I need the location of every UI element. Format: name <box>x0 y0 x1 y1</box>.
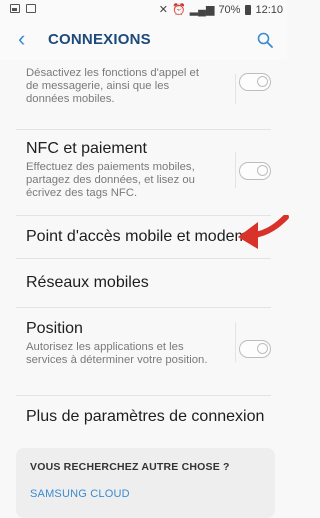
list-item-more-settings[interactable]: Plus de paramètres de connexion <box>0 396 287 440</box>
item-title: Position <box>26 320 83 337</box>
item-title: NFC et paiement <box>26 140 147 157</box>
item-title: Plus de paramètres de connexion <box>26 408 265 425</box>
status-right: ✕ ⏰ ▂▄▆ 70% 12:10 <box>158 3 283 17</box>
screenshot-icon <box>26 4 36 13</box>
position-toggle[interactable] <box>239 340 271 358</box>
signal-icon: ▂▄▆ <box>189 4 215 16</box>
divider <box>235 74 236 104</box>
arrow-left-icon <box>238 215 289 249</box>
airplane-mode-toggle[interactable] <box>239 73 271 91</box>
item-title: Réseaux mobiles <box>26 274 149 291</box>
search-icon[interactable] <box>257 32 273 48</box>
status-left <box>10 4 36 13</box>
list-item-position[interactable]: Position Autorisez les applications et l… <box>0 308 287 395</box>
item-title: Point d'accès mobile et modem <box>26 228 248 245</box>
clock: 12:10 <box>255 3 283 16</box>
item-description: Désactivez les fonctions d'appel et de m… <box>26 67 199 105</box>
chevron-left-icon[interactable]: ‹ <box>18 28 38 50</box>
battery-percent: 70% <box>218 3 241 16</box>
divider <box>235 152 236 188</box>
page-title: CONNEXIONS <box>48 31 151 48</box>
item-description: Autorisez les applications et les servic… <box>26 341 208 366</box>
list-item-nfc[interactable]: NFC et paiement Effectuez des paiements … <box>0 130 287 215</box>
mute-icon: ✕ <box>158 4 169 16</box>
list-item-airplane-mode[interactable]: Désactivez les fonctions d'appel et de m… <box>0 60 287 120</box>
list-item-mobile-networks[interactable]: Réseaux mobiles <box>0 259 287 307</box>
app-bar: ‹ CONNEXIONS <box>0 20 287 60</box>
nfc-toggle[interactable] <box>239 162 271 180</box>
status-bar: ✕ ⏰ ▂▄▆ 70% 12:10 <box>0 0 287 20</box>
divider <box>235 322 236 362</box>
suggestion-card: VOUS RECHERCHEZ AUTRE CHOSE ? SAMSUNG CL… <box>16 448 275 518</box>
gallery-icon <box>10 4 20 13</box>
card-heading: VOUS RECHERCHEZ AUTRE CHOSE ? <box>30 461 230 473</box>
battery-icon <box>245 4 252 15</box>
item-description: Effectuez des paiements mobiles, partage… <box>26 161 195 199</box>
alarm-icon: ⏰ <box>172 4 186 16</box>
samsung-cloud-link[interactable]: SAMSUNG CLOUD <box>30 488 130 500</box>
